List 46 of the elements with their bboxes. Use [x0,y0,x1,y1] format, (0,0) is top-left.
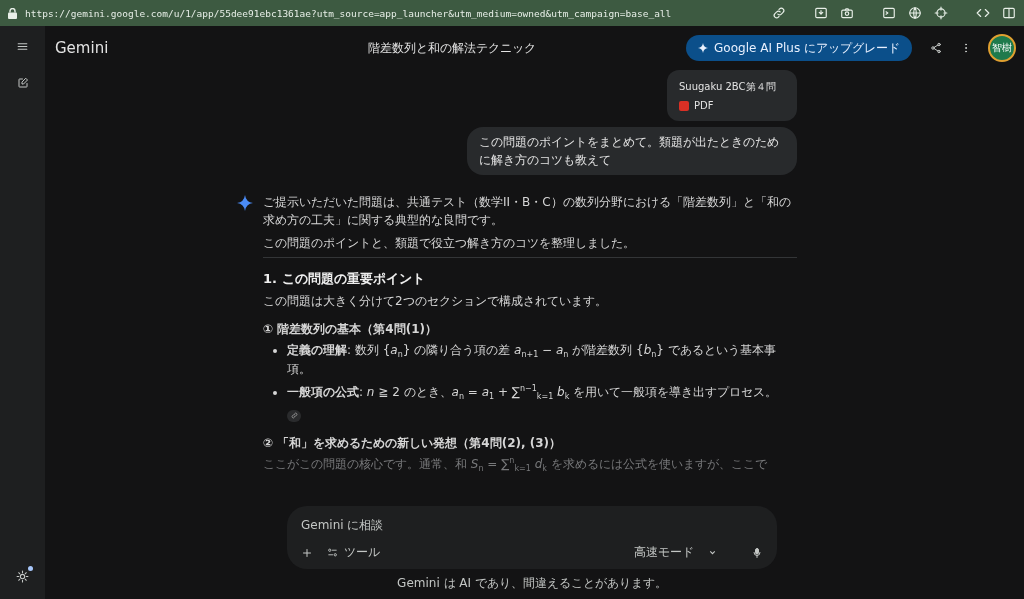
bullet-dot [273,349,277,353]
bullet-dot [273,391,277,395]
notification-dot [28,566,33,571]
attachment-card[interactable]: Suugaku 2BC第４問 PDF [667,70,797,121]
crosshair-icon[interactable] [934,6,948,20]
edit-icon[interactable] [16,77,29,89]
terminal-icon[interactable] [882,6,896,20]
file-name: Suugaku 2BC第４問 [679,80,777,94]
app-name: Gemini [55,39,109,57]
user-avatar[interactable]: 智樹 [988,34,1016,62]
camera-icon[interactable] [840,6,854,20]
bullet-item: 一般項の公式: n ≧ 2 のとき、a$_{n}$ = a$_{1}$ + ∑$^{n−1}$$_{k=1}$ b$_{k}$ を用いて一般項を導き出すプロセス。 [287,383,778,402]
section-heading: 1. この問題の重要ポイント [263,270,426,288]
link-icon [290,412,298,419]
lock-icon [8,7,17,19]
sparkle-icon [698,43,709,53]
disclaimer: Gemini は AI であり、間違えることがあります。 [397,576,667,590]
caret-icon [708,548,717,557]
response-paragraph: ご提示いただいた問題は、共通テスト（数学II・B・C）の数列分野における「階差数列」と「和の求め方の工夫」に関する典型的な良問です。 [263,194,792,229]
link-chip[interactable] [287,409,301,422]
response-paragraph: ここがこの問題の核心です。通常、和 S$_{n}$ = ∑$^{n}$$_{k=1}$ d$_{k}$ を求めるには公式を使いますが、ここで [263,455,768,473]
response-paragraph: この問題のポイントと、類題で役立つ解き方のコツを整理しました。 [263,235,636,252]
share-icon[interactable] [930,41,942,54]
mode-dropdown[interactable]: 高速モード [634,544,717,561]
add-icon[interactable] [301,546,313,559]
menu-icon[interactable] [16,40,29,53]
tools-button[interactable]: ツール [327,544,380,561]
code-icon[interactable] [976,6,990,20]
link-icon[interactable] [772,6,786,20]
chat-title: 階差数列と和の解法テクニック [367,39,538,57]
sparkle-icon [237,195,253,211]
settings-icon[interactable] [16,570,29,583]
globe-icon[interactable] [908,6,922,20]
sliders-icon [327,547,338,558]
prompt-box[interactable]: Gemini に相談 ツール 高速モード [287,506,777,569]
user-message: この問題のポイントをまとめて。類題が出たときのために解き方のコツも教えて [467,127,797,175]
subsection-title: ② 「和」を求めるための新しい発想（第4問(2), (3)） [263,435,563,452]
bullet-item: 定義の理解: 数列 {a$_{n}$} の隣り合う項の差 a$_{n+1}$ − a$_{n}$ が階差数列 {b$_{n}$} であるという基本事項。 [287,342,777,378]
subsection-title: ① 階差数列の基本（第4問(1)） [263,321,438,338]
sidebar-icon[interactable] [1002,6,1016,20]
microphone-icon[interactable] [751,546,763,559]
download-icon[interactable] [814,6,828,20]
response-paragraph: この問題は大きく分けて2つのセクションで構成されています。 [263,293,608,310]
upgrade-button[interactable]: Google AI Plus にアップグレード [686,35,912,61]
file-type: PDF [694,100,714,111]
pdf-icon [679,100,689,111]
